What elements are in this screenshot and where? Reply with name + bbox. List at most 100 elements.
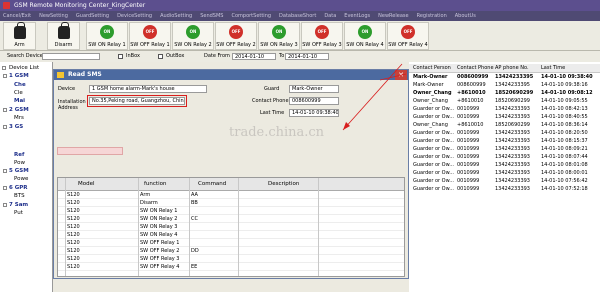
tree-expander[interactable]: [2, 66, 6, 70]
contacts-cell: Guarder or Ow...: [413, 178, 455, 184]
device-field[interactable]: 1 GSM home alarm-Mark's house: [89, 85, 207, 93]
relay-button[interactable]: ON SW ON Relay 3: [258, 22, 300, 50]
contacts-cell: 0010999: [457, 154, 480, 160]
contacts-row[interactable]: Guarder or Ow... 0010999 13424233393 14-01-…: [409, 114, 600, 121]
contacts-row[interactable]: Guarder or Ow... 0010999 13424233393 14-01-…: [409, 186, 600, 193]
menu-item[interactable]: SendSMS: [200, 11, 223, 21]
menu-item[interactable]: DatabaseShort: [279, 11, 316, 21]
relay-button[interactable]: OFF SW OFF Relay 4: [387, 22, 429, 50]
contacts-row[interactable]: Owner_Chang +8610010 18520690299 14-01-10 0…: [409, 98, 600, 105]
contacts-column-header[interactable]: Contact Person: [413, 65, 451, 71]
contacts-cell: 14-01-10 08:15:37: [541, 138, 588, 144]
contacts-row[interactable]: Mark-Owner 008600999 13424233395 14-01-10 0…: [409, 82, 600, 89]
tree-item[interactable]: Ref: [14, 152, 24, 158]
contacts-row[interactable]: Guarder or Ow... 0010999 13424233393 14-01-…: [409, 170, 600, 177]
tree-item[interactable]: Pow: [14, 160, 25, 166]
tree-item[interactable]: Powe: [14, 176, 28, 182]
column-divider: [65, 178, 66, 276]
contacts-cell: 14-01-10 08:00:01: [541, 170, 588, 176]
tree-item[interactable]: 7 Sam: [9, 202, 28, 208]
contacts-row[interactable]: Owner_Chang +8610010 18520690299 14-01-10 0…: [409, 90, 600, 97]
menu-item[interactable]: ComportSetting: [231, 11, 271, 21]
menu-item[interactable]: EventLogs: [344, 11, 370, 21]
command-column-header[interactable]: Command: [198, 181, 226, 187]
tree-item[interactable]: 2 GSM: [9, 107, 29, 113]
disarm-button[interactable]: Disarm: [47, 22, 80, 50]
contacts-row[interactable]: Guarder or Ow... 0010999 13424233393 14-01-…: [409, 178, 600, 185]
relay-button[interactable]: OFF SW OFF Relay 1: [129, 22, 171, 50]
menu-item[interactable]: NewRelease: [378, 11, 408, 21]
contacts-row[interactable]: Guarder or Ow... 0010999 13424233393 14-01-…: [409, 106, 600, 113]
contacts-column-header[interactable]: AP phone No.: [495, 65, 529, 71]
arm-button[interactable]: Arm: [3, 22, 36, 50]
guard-label: Guard: [264, 86, 280, 92]
contacts-row[interactable]: Guarder or Ow... 0010999 13424233393 14-01-…: [409, 138, 600, 145]
contacts-row[interactable]: Guarder or Ow... 0010999 13424233393 14-01-…: [409, 162, 600, 169]
relay-button[interactable]: OFF SW OFF Relay 3: [301, 22, 343, 50]
contacts-column-header[interactable]: Last Time: [541, 65, 565, 71]
tree-expander[interactable]: [3, 108, 7, 112]
command-row[interactable]: S120 Arm AA: [58, 192, 404, 199]
relay-button[interactable]: ON SW ON Relay 4: [344, 22, 386, 50]
date-to-label: To: [279, 53, 285, 59]
tree-item[interactable]: Put: [14, 210, 23, 216]
menu-item[interactable]: DeviceSetting: [117, 11, 152, 21]
command-cell: S120: [67, 240, 80, 246]
command-cell: S120: [67, 264, 80, 270]
tree-expander[interactable]: [3, 125, 7, 129]
menu-item[interactable]: Cancel/Exit: [3, 11, 31, 21]
tree-expander[interactable]: [3, 74, 7, 78]
search-input[interactable]: [42, 53, 100, 60]
menu-item[interactable]: GuardSetting: [76, 11, 109, 21]
tree-item[interactable]: Cle: [14, 90, 23, 96]
relay-button[interactable]: OFF SW OFF Relay 2: [215, 22, 257, 50]
tree-item[interactable]: 3 GS: [9, 124, 23, 130]
command-row[interactable]: S120 SW ON Relay 4: [58, 232, 404, 239]
contacts-row[interactable]: Owner_Chang +8610010 18520690299 14-01-10 0…: [409, 122, 600, 129]
contacts-row[interactable]: Guarder or Ow... 0010999 13424233393 14-01-…: [409, 154, 600, 161]
tree-root[interactable]: Device List: [9, 65, 39, 71]
date-to-input[interactable]: 2014-01-10: [285, 53, 329, 60]
command-column-header[interactable]: Model: [78, 181, 95, 187]
inbox-checkbox[interactable]: [118, 54, 123, 59]
tree-item[interactable]: 5 GSM: [9, 168, 29, 174]
contacts-row[interactable]: Guarder or Ow... 0010999 13424233393 14-01-…: [409, 130, 600, 137]
menu-item[interactable]: Data: [324, 11, 336, 21]
outbox-checkbox[interactable]: [158, 54, 163, 59]
tree-item[interactable]: Mrs: [14, 115, 24, 121]
command-row[interactable]: S120 Disarm BB: [58, 200, 404, 207]
tree-item[interactable]: BTS: [14, 193, 25, 199]
tree-item[interactable]: 6 GPR: [9, 185, 28, 191]
contacts-cell: 13424233393: [495, 138, 530, 144]
command-row[interactable]: S120 SW OFF Relay 1: [58, 240, 404, 247]
tree-item[interactable]: Mai: [14, 98, 25, 104]
contacts-cell: 008600999: [457, 74, 489, 80]
command-cell: S120: [67, 224, 80, 230]
contacts-row[interactable]: Mark-Owner 008600999 13424233395 14-01-10 0…: [409, 74, 600, 81]
menu-item[interactable]: Registration: [417, 11, 447, 21]
tree-item[interactable]: 1 GSM: [9, 73, 29, 79]
contacts-row[interactable]: Guarder or Ow... 0010999 13424233393 14-01-…: [409, 146, 600, 153]
command-row[interactable]: S120 SW ON Relay 3: [58, 224, 404, 231]
menu-item[interactable]: AudioSetting: [160, 11, 192, 21]
command-column-header[interactable]: function: [144, 181, 166, 187]
tree-expander[interactable]: [3, 203, 7, 207]
command-column-header[interactable]: Description: [268, 181, 299, 187]
relay-button[interactable]: ON SW ON Relay 2: [172, 22, 214, 50]
relay-button[interactable]: ON SW ON Relay 1: [86, 22, 128, 50]
date-from-input[interactable]: 2014-01-10: [232, 53, 276, 60]
unlock-icon: [57, 22, 70, 39]
command-row[interactable]: S120 SW ON Relay 1: [58, 208, 404, 215]
command-row[interactable]: S120 SW OFF Relay 3: [58, 256, 404, 263]
tree-expander[interactable]: [3, 169, 7, 173]
tree-expander[interactable]: [3, 186, 7, 190]
command-row[interactable]: S120 SW OFF Relay 4 EE: [58, 264, 404, 271]
tree-item[interactable]: Che: [14, 82, 26, 88]
command-row[interactable]: S120 SW OFF Relay 2 DD: [58, 248, 404, 255]
command-row[interactable]: S120 SW ON Relay 2 CC: [58, 216, 404, 223]
contacts-cell: 14-01-10 08:42:13: [541, 106, 588, 112]
menu-item[interactable]: AboutUs: [455, 11, 476, 21]
contacts-column-header[interactable]: Contact Phone: [457, 65, 494, 71]
menu-item[interactable]: NewSetting: [39, 11, 68, 21]
relay-on-icon: ON: [358, 25, 372, 39]
